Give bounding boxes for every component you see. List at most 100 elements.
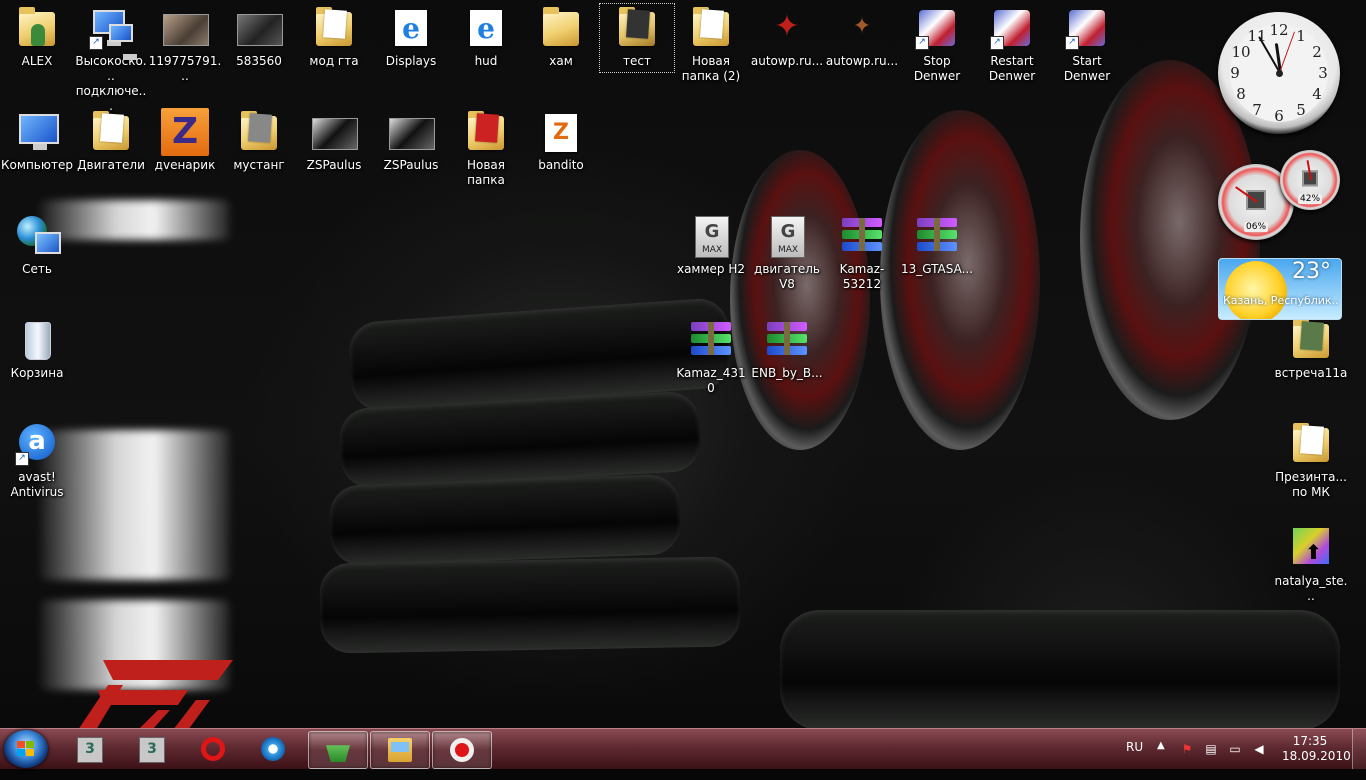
icon-label: ZSPaulus (383, 158, 439, 172)
desktop-icon-autowp-1[interactable]: ✦ autowp.ru... (750, 4, 824, 69)
desktop-icon-hammer-h2[interactable]: G MAX хаммер H2 (674, 212, 748, 277)
icon-label: bandito (538, 158, 584, 172)
icon-label: 583560 (236, 54, 282, 68)
taskbar-3dsmax-1[interactable]: 3 (60, 731, 118, 767)
taskbar-opera-pinned[interactable] (184, 731, 242, 767)
icon-label: Сеть (22, 262, 52, 276)
desktop-icon-zspaulus-2[interactable]: ZSPaulus (374, 108, 448, 173)
memory-percent: 42% (1297, 194, 1323, 204)
desktop-icon-13-gtasa[interactable]: 13_GTASA... (900, 212, 974, 277)
clock-number: 12 (1269, 21, 1289, 39)
desktop-icon-folder-mustang[interactable]: мустанг (222, 108, 296, 173)
desktop-icon-folder-engines[interactable]: Двигатели (74, 108, 148, 173)
desktop-icon-highspeed-connection[interactable]: ↗ Высокоско... подключе... (74, 4, 148, 114)
desktop-icon-folder-mod-gta[interactable]: мод гта (297, 4, 371, 69)
icon-label: Корзина (10, 366, 64, 380)
desktop-icon-image-119775791[interactable]: 119775791... (148, 4, 222, 84)
windows-logo-icon (17, 741, 35, 757)
icon-label: avast! Antivirus (10, 470, 64, 499)
opera-icon (201, 737, 225, 761)
icon-label: Kamaz_4310 (676, 366, 746, 395)
firebird-icon: ✦ (774, 9, 800, 44)
volume-icon[interactable]: ◀ (1252, 742, 1266, 756)
clock-gadget[interactable]: 12 1 2 3 4 5 6 7 8 9 10 11 (1218, 12, 1340, 134)
taskbar-clock[interactable]: 17:35 18.09.2010 (1282, 734, 1351, 764)
icon-label: Restart Denwer (988, 54, 1036, 83)
winrar-archive-icon (842, 218, 882, 254)
desktop-icon-folder-prezentacii[interactable]: Презинта... по МК (1274, 420, 1348, 500)
action-center-flag-icon[interactable]: ⚑ (1180, 742, 1194, 756)
show-hidden-icons-chevron-icon[interactable]: ▲ (1157, 740, 1165, 780)
desktop-icon-displays[interactable]: e Displays (374, 4, 448, 69)
icon-label: Новая папка (466, 158, 505, 187)
desktop-icon-folder-ham[interactable]: хам (524, 4, 598, 69)
memory-meter-gadget[interactable]: 42% (1280, 150, 1340, 210)
clock-number: 5 (1296, 101, 1306, 119)
icon-label: Двигатели (77, 158, 145, 172)
desktop-icon-new-folder[interactable]: Новая папка (449, 108, 523, 188)
desktop-icon-zspaulus-1[interactable]: ZSPaulus (297, 108, 371, 173)
desktop-icon-kamaz-53212[interactable]: Kamaz-53212 (825, 212, 899, 292)
opera-icon (450, 738, 474, 762)
weather-gadget[interactable]: 23° Казань, Республик... (1218, 258, 1342, 320)
taskbar-explorer[interactable] (370, 731, 430, 769)
clock-number: 3 (1318, 64, 1328, 82)
taskbar: 3 3 RU ▲ ⚑ ▤ ▭ ◀ 17:35 18.09.2010 (0, 728, 1366, 769)
3dsmax-file-icon: G MAX (695, 216, 729, 258)
taskbar-running-app[interactable] (308, 731, 368, 769)
icon-label: Stop Denwer (913, 54, 961, 83)
winrar-archive-icon (917, 218, 957, 254)
desktop-icon-bandito[interactable]: Z bandito (524, 108, 598, 173)
start-button[interactable] (4, 730, 48, 768)
3dsmax-icon: 3 (77, 737, 103, 763)
desktop-icon-autowp-2[interactable]: ✦ autowp.ru... (825, 4, 899, 69)
icon-label: ENB_by_B... (751, 366, 823, 380)
desktop-icon-folder-test[interactable]: тест (599, 3, 675, 73)
icon-label: Start Denwer (1063, 54, 1111, 83)
desktop-icon-image-583560[interactable]: 583560 (222, 4, 296, 69)
desktop-icon-restart-denwer[interactable]: ↗ Restart Denwer (975, 4, 1049, 84)
winrar-archive-icon (691, 322, 731, 358)
desktop-icon-alex[interactable]: ALEX (0, 4, 74, 69)
weather-temperature: 23° (1292, 259, 1331, 284)
desktop-icon-hud[interactable]: e hud (449, 4, 523, 69)
desktop-icon-recycle-bin[interactable]: Корзина (0, 316, 74, 381)
sun-icon (1225, 261, 1287, 319)
desktop-icon-start-denwer[interactable]: ↗ Start Denwer (1050, 4, 1124, 84)
desktop-icon-engine-v8[interactable]: G MAX двигатель V8 (750, 212, 824, 292)
desktop-icon-avast[interactable]: a ↗ avast! Antivirus (0, 420, 74, 500)
network-icon[interactable]: ▭ (1228, 742, 1242, 756)
taskbar-settings-app[interactable] (244, 731, 302, 767)
icon-label: Kamaz-53212 (839, 262, 885, 291)
taskbar-date: 18.09.2010 (1282, 749, 1351, 763)
desktop-icon-dvenarik[interactable]: Z дvенарик (148, 108, 222, 173)
desktop-icon-network[interactable]: Сеть (0, 212, 74, 277)
icon-label: мод гта (309, 54, 359, 68)
language-indicator[interactable]: RU (1126, 740, 1143, 780)
winrar-archive-icon (767, 322, 807, 358)
taskbar-opera-running[interactable] (432, 731, 492, 769)
desktop-icon-stop-denwer[interactable]: ↗ Stop Denwer (900, 4, 974, 84)
desktop-icon-folder-vstrecha[interactable]: встреча11а (1274, 316, 1348, 381)
icon-label: ZSPaulus (306, 158, 362, 172)
safely-remove-hardware-icon[interactable]: ▤ (1204, 742, 1218, 756)
show-desktop-button[interactable] (1352, 729, 1366, 769)
desktop-icon-computer[interactable]: Компьютер (0, 108, 74, 173)
icon-label: hud (474, 54, 498, 68)
desktop-icon-natalya-archive[interactable]: ⬆ natalya_ste... (1274, 524, 1348, 604)
desktop-icon-kamaz-4310[interactable]: Kamaz_4310 (674, 316, 748, 396)
clock-number: 2 (1312, 43, 1322, 61)
icon-label: autowp.ru... (825, 54, 899, 68)
desktop-icon-enb-by-b[interactable]: ENB_by_B... (750, 316, 824, 381)
taskbar-time: 17:35 (1292, 734, 1328, 748)
taskbar-3dsmax-2[interactable]: 3 (122, 731, 180, 767)
icon-label: Компьютер (1, 158, 73, 172)
icon-label: natalya_ste... (1274, 574, 1348, 603)
zmodeler-icon: Z (161, 108, 209, 156)
icon-label: тест (623, 54, 651, 68)
icon-label: Презинта... по МК (1275, 470, 1347, 499)
desktop-icon-new-folder-2[interactable]: Новая папка (2) (674, 4, 748, 84)
icon-label: мустанг (233, 158, 285, 172)
3dsmax-file-icon: G MAX (771, 216, 805, 258)
icon-label: autowp.ru... (750, 54, 824, 68)
